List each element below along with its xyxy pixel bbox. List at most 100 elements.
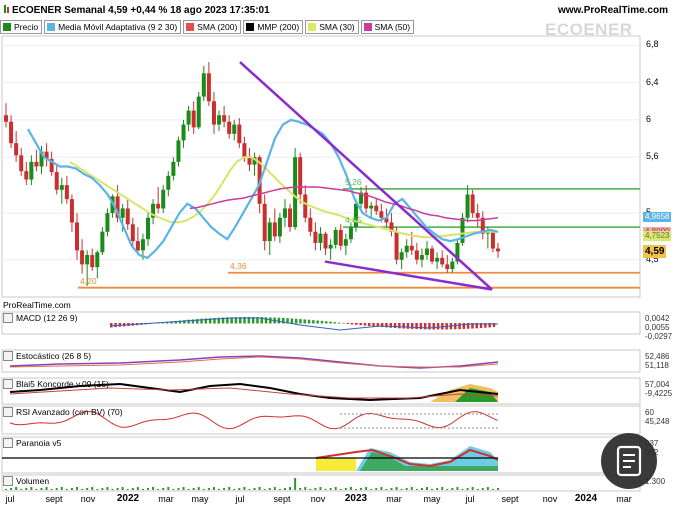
price-tag: 4,9658 (643, 211, 672, 222)
panel-title-text: Volumen (16, 476, 50, 486)
volume-bar (60, 487, 63, 490)
volume-bar (172, 489, 175, 490)
candle-body (435, 257, 440, 262)
candle-body (206, 73, 211, 102)
candle-body (232, 124, 237, 134)
candle-body (308, 217, 313, 232)
macd-bar (294, 318, 298, 324)
candle-body (90, 255, 95, 268)
panel-title-macd[interactable]: MACD (12 26 9) (3, 313, 77, 323)
volume-bar (431, 489, 434, 490)
floating-action-icon[interactable] (601, 433, 657, 489)
panel-toggle-icon[interactable] (3, 476, 13, 486)
candle-body (288, 208, 293, 228)
panel-title-para[interactable]: Paranoia v5 (3, 438, 61, 448)
macd-bar (290, 318, 294, 324)
panel-toggle-icon[interactable] (3, 313, 13, 323)
volume-bar (481, 488, 484, 490)
panel-title-rsi[interactable]: RSI Avanzado (con BV) (70) (3, 407, 123, 417)
candle-body (201, 73, 206, 97)
x-tick-label: jul (5, 494, 15, 504)
volume-bar (187, 489, 190, 490)
level-label: 4,36 (230, 260, 247, 271)
candle-body (343, 239, 348, 246)
panel-toggle-icon[interactable] (3, 351, 13, 361)
volume-bar (263, 489, 266, 490)
candle-body (277, 217, 282, 237)
candle-body (414, 250, 419, 260)
volume-bar (324, 489, 327, 490)
volume-bar (339, 489, 342, 490)
price-tag: 4,7523 (643, 231, 672, 242)
candle-body (176, 140, 181, 162)
volume-bar (25, 488, 28, 490)
candle-body (490, 231, 495, 249)
candle-body (318, 233, 323, 243)
panel-title-text: MACD (12 26 9) (16, 313, 78, 323)
volume-bar (400, 489, 403, 490)
candle-body (196, 96, 201, 128)
volume-bar (243, 487, 246, 490)
volume-bar (415, 489, 418, 490)
volume-bar (294, 478, 297, 490)
volume-bar (390, 488, 393, 490)
volume-bar (233, 489, 236, 490)
y-tick-label: 6 (646, 113, 652, 124)
volume-bar (329, 488, 332, 490)
volume-bar (192, 488, 195, 490)
volume-bar (70, 488, 73, 490)
candle-body (69, 199, 74, 223)
volume-bar (410, 487, 413, 490)
candle-body (242, 143, 247, 158)
x-tick-label: 2023 (344, 493, 368, 504)
volume-bar (35, 489, 38, 490)
volume-bar (268, 488, 271, 490)
candle-body (399, 252, 404, 260)
x-tick-label: 2024 (574, 493, 598, 504)
macd-bar (402, 323, 405, 329)
document-icon (616, 445, 642, 477)
panel-toggle-icon[interactable] (3, 438, 13, 448)
panel-toggle-icon[interactable] (3, 379, 13, 389)
macd-bar (462, 323, 466, 329)
x-tick-label: may (423, 494, 441, 504)
volume-bar (349, 487, 352, 490)
chart-canvas[interactable] (0, 0, 680, 508)
panel-value: 51,118 (645, 361, 669, 370)
panel-value: -9,4225 (645, 389, 673, 398)
volume-bar (354, 489, 357, 490)
panel-title-esto[interactable]: Estocástico (26 8 5) (3, 351, 91, 361)
macd-bar (303, 319, 306, 324)
panel-title-text: Paranoia v5 (16, 438, 62, 448)
macd-bar (316, 320, 319, 324)
candle-body (394, 231, 399, 260)
volume-bar (15, 487, 18, 490)
volume-bar (273, 487, 276, 490)
volume-bar (299, 488, 302, 490)
volume-bar (425, 487, 428, 490)
macd-bar (372, 323, 375, 327)
x-tick-label: sept (45, 494, 63, 504)
macd-bar (406, 323, 410, 329)
candle-body (4, 115, 8, 122)
macd-bar (359, 323, 362, 326)
candle-body (496, 248, 500, 252)
panel-toggle-icon[interactable] (3, 407, 13, 417)
level-label: 4,85 (345, 215, 362, 226)
candle-body (237, 124, 242, 144)
volume-bar (436, 488, 439, 490)
volume-bar (152, 487, 155, 490)
y-tick-label: 6,8 (646, 39, 659, 50)
panel-title-text: Estocástico (26 8 5) (16, 351, 92, 361)
candle-body (348, 227, 353, 240)
panel-title-blai[interactable]: Blai5 Koncorde v.09 (15) (3, 379, 109, 389)
candle-body (19, 155, 24, 172)
volume-bar (65, 489, 68, 490)
candle-body (171, 161, 176, 176)
candle-body (14, 143, 19, 156)
macd-bar (320, 320, 324, 324)
panel-title-vol[interactable]: Volumen (3, 476, 49, 486)
volume-bar (497, 488, 499, 490)
volume-bar (197, 487, 200, 490)
macd-bar (337, 322, 341, 324)
